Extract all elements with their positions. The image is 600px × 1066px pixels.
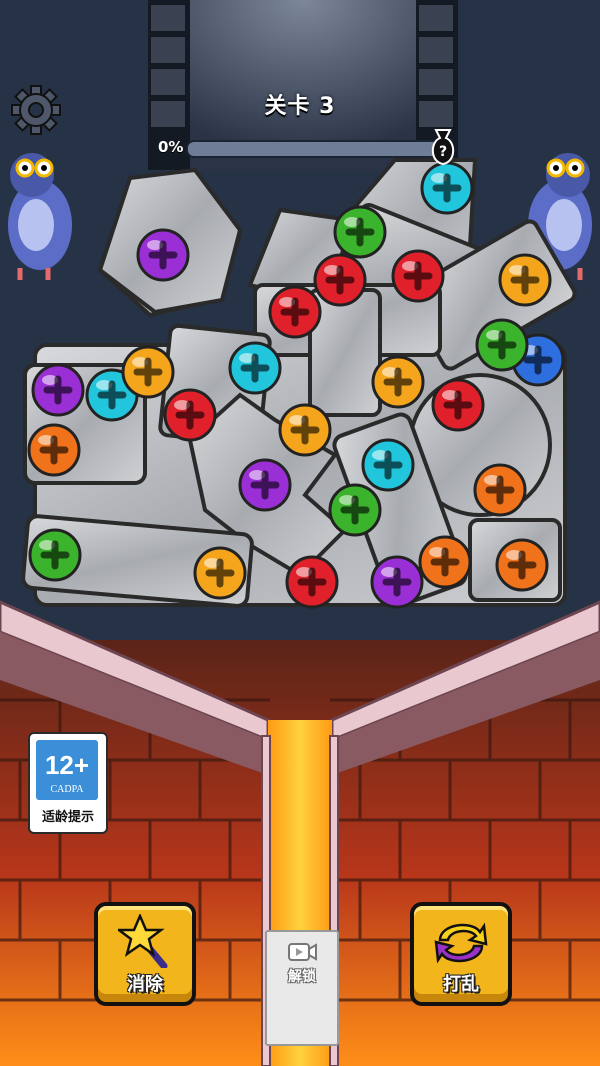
unlock-label: 解锁 — [288, 969, 316, 985]
screw-orange[interactable] — [27, 423, 81, 477]
screw-yellow[interactable] — [371, 355, 425, 409]
screw-cyan[interactable] — [420, 161, 474, 215]
screw-red[interactable] — [285, 555, 339, 609]
age-rating-org: CADPA — [50, 784, 84, 795]
svg-text:?: ? — [439, 144, 447, 160]
screw-red[interactable] — [313, 253, 367, 307]
question-bag-icon: ? — [431, 129, 455, 166]
mystery-reward[interactable]: ? — [428, 126, 458, 168]
screw-orange[interactable] — [473, 463, 527, 517]
screw-green[interactable] — [475, 318, 529, 372]
progress-percent: 0% — [158, 138, 184, 156]
screw-purple[interactable] — [238, 458, 292, 512]
video-ad-icon — [288, 943, 317, 961]
eliminate-button[interactable]: 消除 — [94, 902, 196, 1006]
screw-yellow[interactable] — [193, 546, 247, 600]
unlock-button[interactable]: 解锁 — [265, 930, 339, 1046]
screw-cyan[interactable] — [361, 438, 415, 492]
magic-wand-icon — [118, 914, 168, 968]
screw-red[interactable] — [431, 378, 485, 432]
screw-orange[interactable] — [418, 535, 472, 589]
screw-yellow[interactable] — [278, 403, 332, 457]
screw-purple[interactable] — [31, 363, 85, 417]
screw-red[interactable] — [268, 285, 322, 339]
screw-orange[interactable] — [495, 538, 549, 592]
shuffle-button[interactable]: 打乱 — [410, 902, 512, 1006]
shuffle-arrows-icon — [434, 922, 488, 964]
screw-green[interactable] — [333, 205, 387, 259]
shuffle-label: 打乱 — [443, 974, 479, 995]
eliminate-label: 消除 — [127, 974, 163, 995]
screw-purple[interactable] — [136, 228, 190, 282]
screw-yellow[interactable] — [498, 253, 552, 307]
screw-yellow[interactable] — [121, 345, 175, 399]
age-rating-panel: 12+ CADPA — [36, 740, 98, 800]
age-rating-caption: 适龄提示 — [41, 810, 94, 825]
age-rating-number: 12+ — [44, 750, 90, 780]
screw-green[interactable] — [28, 528, 82, 582]
screw-red[interactable] — [391, 249, 445, 303]
screw-purple[interactable] — [370, 555, 424, 609]
screw-red[interactable] — [163, 388, 217, 442]
age-rating-badge: 12+ CADPA 适龄提示 — [28, 732, 108, 834]
progress-bar — [186, 140, 440, 158]
screw-cyan[interactable] — [228, 341, 282, 395]
game-board — [0, 0, 600, 1066]
level-title: 关卡 3 — [264, 94, 336, 119]
screw-green[interactable] — [328, 483, 382, 537]
